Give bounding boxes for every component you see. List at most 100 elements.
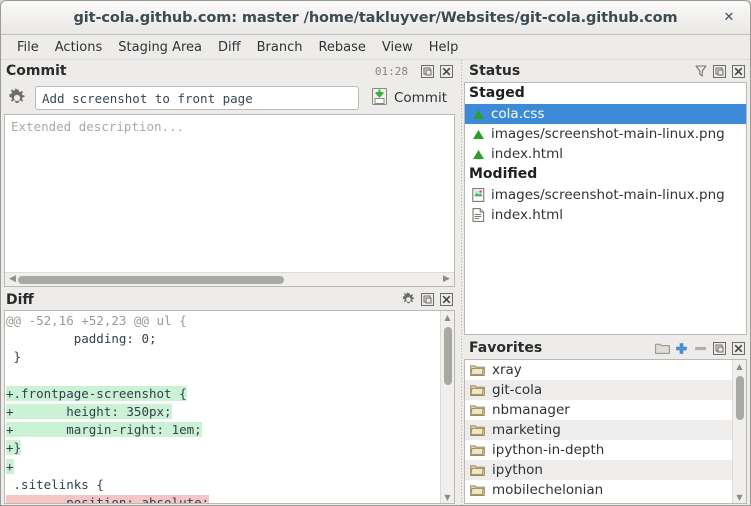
staged-triangle-icon [471,127,485,141]
menu-file[interactable]: File [9,38,47,57]
diff-text-view[interactable]: @@ -52,16 +52,23 @@ ul { padding: 0; } +… [5,311,440,503]
float-icon[interactable] [420,292,435,307]
image-file-icon [471,188,485,202]
description-hscrollbar[interactable]: ◀ ▶ [5,272,454,286]
diff-line-text: .sitelinks { [6,476,104,492]
window-titlebar: git-cola.github.com: master /home/takluy… [1,1,750,35]
status-file-row[interactable]: images/screenshot-main-linux.png [465,185,746,205]
diff-line-text: + [6,458,14,474]
commit-clock: 01:28 [374,64,408,78]
favorites-row[interactable]: git-cola [465,380,732,400]
diff-line-text: @@ -52,16 +52,23 @@ ul { [6,313,187,328]
close-icon[interactable] [731,341,746,356]
diff-line: } [6,348,440,366]
diff-line-text: } [6,349,22,365]
staged-triangle-icon [471,107,485,121]
commit-summary-input[interactable]: Add screenshot to front page [35,86,359,110]
favorites-row[interactable]: ipython-in-depth [465,440,732,460]
status-file-row[interactable]: index.html [465,205,746,225]
diff-line: + margin-right: 1em; [6,421,440,439]
commit-description-wrap: Extended description... ◀ ▶ [4,114,455,287]
diff-line-text: position: absolute; [6,494,210,503]
favorites-body: xray git-cola nbmanager marketing ipython-in… [464,359,747,504]
window-title: git-cola.github.com: master /home/takluy… [73,9,678,26]
open-folder-icon[interactable] [655,341,670,356]
diff-line: padding: 0; [6,330,440,348]
menu-branch[interactable]: Branch [249,38,311,57]
float-icon[interactable] [712,341,727,356]
add-icon[interactable] [674,341,689,356]
favorites-label: mobilechelonian [492,482,604,498]
scroll-up-icon[interactable]: ▲ [441,311,455,323]
diff-line: +.frontpage-screenshot { [6,385,440,403]
status-file-row[interactable]: images/screenshot-main-linux.png [465,124,746,144]
scroll-down-icon[interactable]: ▼ [441,491,455,503]
commit-toolbar: Add screenshot to front page Commit [4,82,455,114]
status-file-label: index.html [491,207,563,223]
git-cola-window: git-cola.github.com: master /home/takluy… [0,0,751,506]
commit-button[interactable]: Commit [366,85,453,112]
favorites-label: ipython-in-depth [492,442,605,458]
scroll-down-icon[interactable]: ▼ [733,491,747,503]
gear-icon[interactable] [401,292,416,307]
vscroll-thumb[interactable] [735,376,744,420]
menu-help[interactable]: Help [421,38,467,57]
folder-icon [470,404,485,417]
gear-icon[interactable] [6,87,28,109]
staged-triangle-icon [471,147,485,161]
status-panel: Status Staged cola.css images/screenshot-m… [464,60,750,337]
commit-save-icon [370,87,389,110]
favorites-list[interactable]: xray git-cola nbmanager marketing ipython-in… [465,360,732,503]
favorites-row[interactable]: mobilechelonian [465,480,732,500]
remove-icon[interactable] [693,341,708,356]
status-file-label: images/screenshot-main-linux.png [491,187,725,203]
workspace: Commit 01:28 Add screenshot to front pag… [1,60,750,505]
favorites-row[interactable]: nbmanager [465,400,732,420]
commit-panel-title: Commit [6,63,67,79]
filter-icon[interactable] [693,64,708,79]
close-icon[interactable] [439,64,454,79]
vscroll-track[interactable] [441,323,455,491]
favorites-label: nbmanager [492,402,570,418]
folder-icon [470,444,485,457]
diff-line: .sitelinks { [6,476,440,494]
status-panel-header: Status [464,60,750,82]
favorites-row[interactable]: xray [465,360,732,380]
float-icon[interactable] [420,64,435,79]
favorites-vscrollbar[interactable]: ▲ ▼ [732,360,746,503]
diff-vscrollbar[interactable]: ▲ ▼ [440,311,454,503]
close-icon[interactable] [439,292,454,307]
commit-panel-header: Commit 01:28 [1,60,458,82]
scroll-right-icon[interactable]: ▶ [441,275,452,284]
menu-staging-area[interactable]: Staging Area [110,38,210,57]
status-file-row[interactable]: index.html [465,144,746,164]
diff-line [6,367,440,385]
commit-description-input[interactable]: Extended description... [5,115,454,272]
status-file-row[interactable]: cola.css [465,104,746,124]
diff-body: @@ -52,16 +52,23 @@ ul { padding: 0; } +… [4,310,455,504]
window-close-button[interactable]: ✕ [720,9,738,27]
favorites-row[interactable]: marketing [465,420,732,440]
menu-view[interactable]: View [374,38,421,57]
hscroll-thumb[interactable] [18,275,285,284]
menu-actions[interactable]: Actions [47,38,111,57]
float-icon[interactable] [712,64,727,79]
diff-line: @@ -52,16 +52,23 @@ ul { [6,312,440,330]
status-file-label: images/screenshot-main-linux.png [491,126,725,142]
menu-diff[interactable]: Diff [210,38,249,57]
hscroll-track[interactable] [18,273,441,287]
diff-line-text [6,368,14,383]
status-file-list[interactable]: Staged cola.css images/screenshot-main-lin… [464,82,747,335]
diff-line: + [6,458,440,476]
folder-icon [470,484,485,497]
vscroll-thumb[interactable] [443,327,452,385]
scroll-left-icon[interactable]: ◀ [7,275,18,284]
folder-icon [470,464,485,477]
diff-line-text: +.frontpage-screenshot { [6,385,187,401]
favorites-panel: Favorites xray git-cola nbmanager market… [464,337,750,505]
vscroll-track[interactable] [733,372,747,491]
scroll-up-icon[interactable]: ▲ [733,360,747,372]
favorites-row[interactable]: ipython [465,460,732,480]
close-icon[interactable] [731,64,746,79]
menu-rebase[interactable]: Rebase [310,38,373,57]
